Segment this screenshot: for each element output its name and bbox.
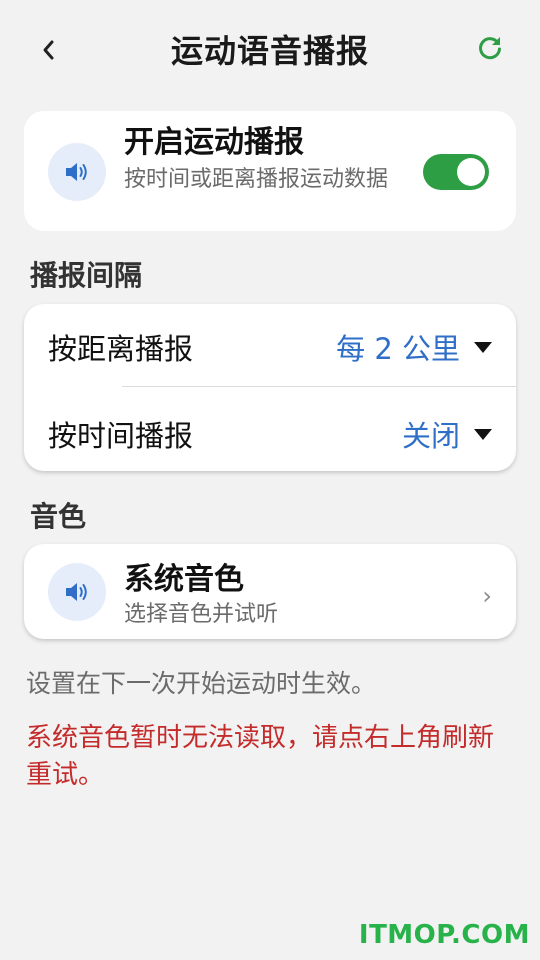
refresh-button[interactable] <box>470 28 510 68</box>
distance-broadcast-label: 按距离播报 <box>48 332 194 366</box>
distance-broadcast-value: 每 2 公里 <box>336 332 460 366</box>
caret-down-icon <box>474 341 492 353</box>
voice-title: 系统音色 <box>124 562 244 597</box>
caret-down-icon <box>474 428 492 440</box>
interval-section-label: 播报间隔 <box>30 259 143 292</box>
distance-broadcast-dropdown[interactable]: 每 2 公里 <box>336 326 492 368</box>
speaker-icon <box>66 163 87 181</box>
voice-section-label: 音色 <box>30 500 87 533</box>
watermark: ITMOP.COM <box>358 920 530 950</box>
time-broadcast-row[interactable]: 按时间播报 关闭 <box>24 387 516 471</box>
speaker-icon <box>66 583 87 601</box>
time-broadcast-label: 按时间播报 <box>48 419 194 453</box>
broadcast-toggle-subtitle: 按时间或距离播报运动数据 <box>124 167 389 192</box>
speaker-icon-badge <box>48 563 106 621</box>
error-message: 系统音色暂时无法读取，请点右上角刷新重试。 <box>26 723 495 790</box>
page-title: 运动语音播报 <box>170 32 369 70</box>
distance-broadcast-row[interactable]: 按距离播报 每 2 公里 <box>24 304 516 386</box>
broadcast-toggle-card: 开启运动播报 按时间或距离播报运动数据 <box>24 111 516 231</box>
chevron-right-icon: › <box>482 582 492 610</box>
speaker-icon-badge <box>48 143 106 201</box>
refresh-icon <box>479 37 501 60</box>
time-broadcast-value: 关闭 <box>401 419 460 453</box>
voice-subtitle: 选择音色并试听 <box>124 602 279 627</box>
time-broadcast-dropdown[interactable]: 关闭 <box>402 413 492 455</box>
voice-select-card[interactable]: 系统音色 选择音色并试听 › <box>24 544 516 639</box>
header-bar: 运动语音播报 <box>0 0 540 100</box>
settings-note: 设置在下一次开始运动时生效。 <box>26 669 377 698</box>
interval-card: 按距离播报 每 2 公里 按时间播报 关闭 <box>24 304 516 471</box>
broadcast-toggle-title: 开启运动播报 <box>124 125 304 160</box>
broadcast-toggle-switch[interactable] <box>423 154 489 190</box>
toggle-knob <box>457 158 485 186</box>
voice-broadcast-screen: 运动语音播报 开启运动播报 按时间或距离播报运动数据 播报间隔 按距离播报 每 … <box>0 0 540 960</box>
